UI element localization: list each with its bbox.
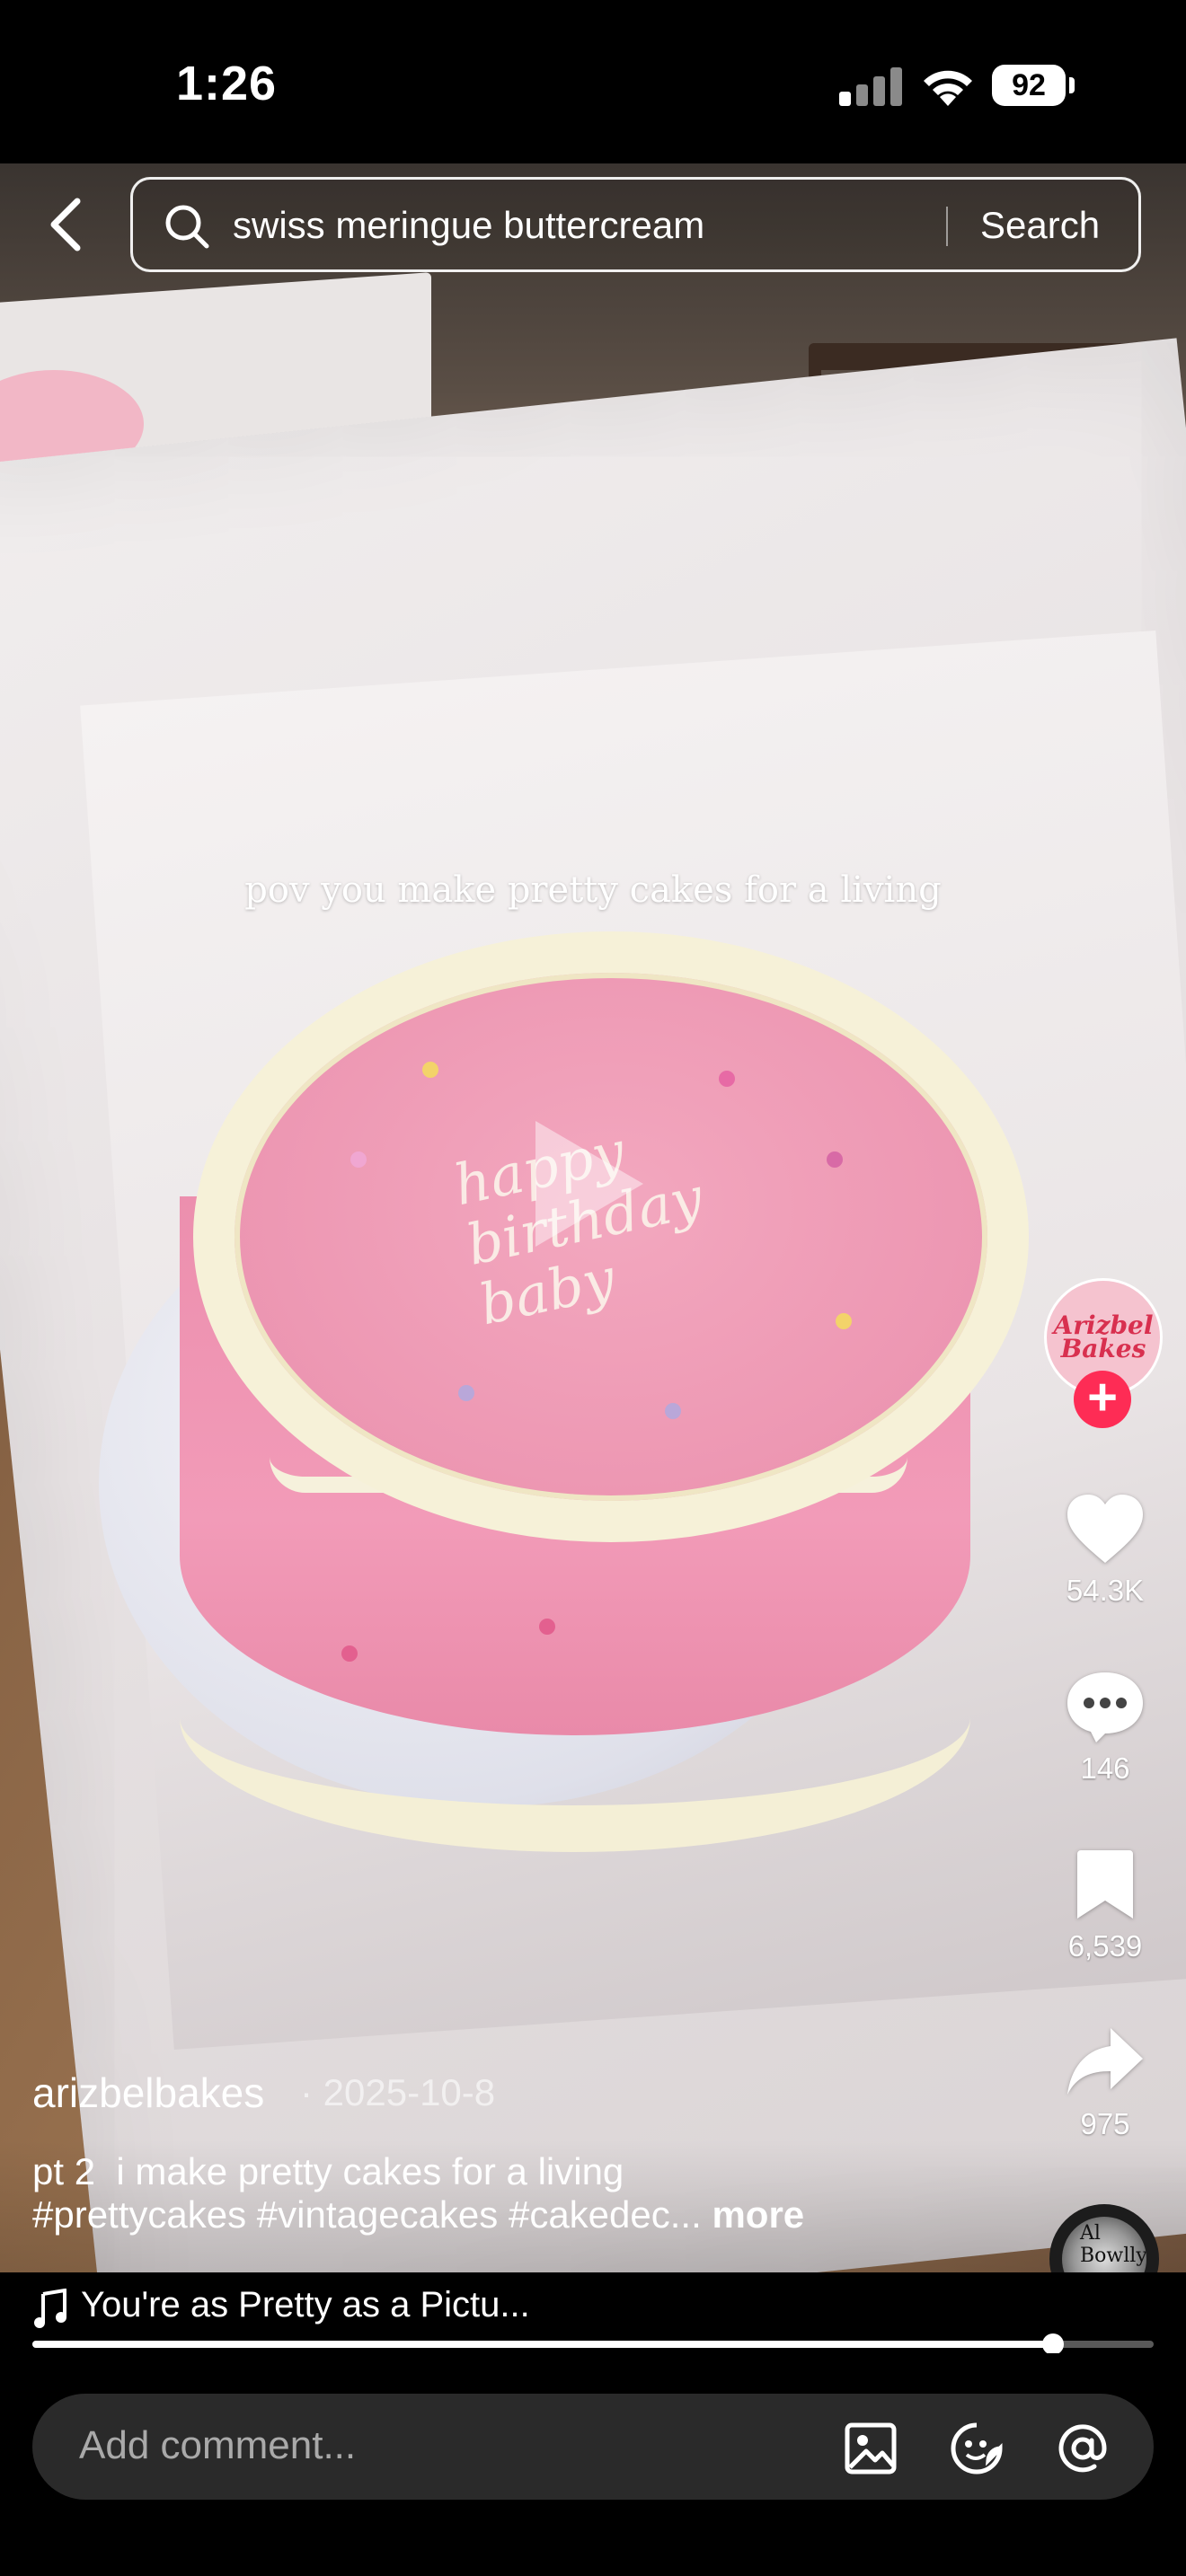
save-button[interactable]: 6,539: [1051, 1847, 1159, 1963]
search-query[interactable]: swiss meringue buttercream: [233, 204, 704, 247]
heart-icon: [1067, 1495, 1143, 1563]
bookmark-icon: [1077, 1850, 1133, 1919]
flower-decoration: [350, 1151, 367, 1168]
wifi-icon: [924, 70, 972, 106]
play-icon[interactable]: [535, 1121, 643, 1247]
search-bar[interactable]: swiss meringue buttercream Search: [130, 177, 1141, 272]
flower-decoration: [458, 1385, 474, 1401]
flower-decoration: [422, 1062, 438, 1078]
status-bar: 1:26 92: [0, 0, 1186, 163]
mention-icon[interactable]: [1055, 2421, 1111, 2476]
music-disc-label: Al Bowlly: [1080, 2222, 1147, 2267]
post-description: pt 2 i make pretty cakes for a living: [32, 2150, 624, 2192]
share-count: 975: [1080, 2107, 1130, 2140]
battery-tip: [1069, 77, 1075, 93]
flower-decoration: [665, 1403, 681, 1419]
like-count: 54.3K: [1066, 1574, 1145, 1607]
frosting-bottom-border: [180, 1583, 970, 1852]
playback-progress-fill: [32, 2341, 1053, 2348]
comment-placeholder: Add comment...: [79, 2423, 357, 2467]
comment-input[interactable]: Add comment...: [32, 2394, 1154, 2500]
share-button[interactable]: 975: [1051, 2025, 1159, 2141]
post-date: · 2025-10-8: [300, 2071, 496, 2113]
post-hashtags-line[interactable]: #prettycakes #vintagecakes #cakedec... m…: [32, 2193, 804, 2236]
music-note-icon: [34, 2289, 66, 2328]
flower-decoration: [836, 1313, 852, 1329]
share-arrow-icon: [1067, 2028, 1143, 2095]
flower-decoration: [539, 1619, 555, 1635]
playback-scrubber-handle[interactable]: [1041, 2333, 1064, 2355]
search-divider: [946, 207, 948, 246]
comment-bubble-icon: [1067, 1672, 1143, 1742]
music-title[interactable]: You're as Pretty as a Pictu...: [81, 2285, 530, 2325]
more-link[interactable]: more: [712, 2193, 804, 2236]
comment-count: 146: [1080, 1751, 1130, 1785]
like-button[interactable]: 54.3K: [1051, 1491, 1159, 1608]
comment-button[interactable]: 146: [1051, 1669, 1159, 1786]
status-time: 1:26: [176, 57, 278, 110]
creator-username[interactable]: arizbelbakes: [32, 2069, 264, 2117]
cellular-signal-icon: [839, 65, 902, 106]
flower-decoration: [827, 1151, 843, 1168]
save-count: 6,539: [1067, 1929, 1143, 1963]
image-icon[interactable]: [843, 2421, 898, 2476]
post-hashtags[interactable]: #prettycakes #vintagecakes #cakedec...: [32, 2193, 702, 2236]
avatar-text: Bakes: [1060, 1334, 1146, 1363]
playback-progress-bar[interactable]: [32, 2333, 1154, 2355]
follow-button[interactable]: +: [1074, 1371, 1131, 1428]
emoji-icon[interactable]: [949, 2421, 1005, 2476]
video-overlay-caption: pov you make pretty cakes for a living: [244, 869, 942, 911]
flower-decoration: [719, 1071, 735, 1087]
flower-decoration: [341, 1645, 358, 1662]
battery-indicator: 92: [992, 65, 1066, 106]
back-arrow-icon[interactable]: [40, 192, 97, 257]
search-button[interactable]: Search: [980, 204, 1100, 247]
comment-bar: Add comment...: [0, 2353, 1186, 2576]
search-icon: [165, 205, 209, 249]
